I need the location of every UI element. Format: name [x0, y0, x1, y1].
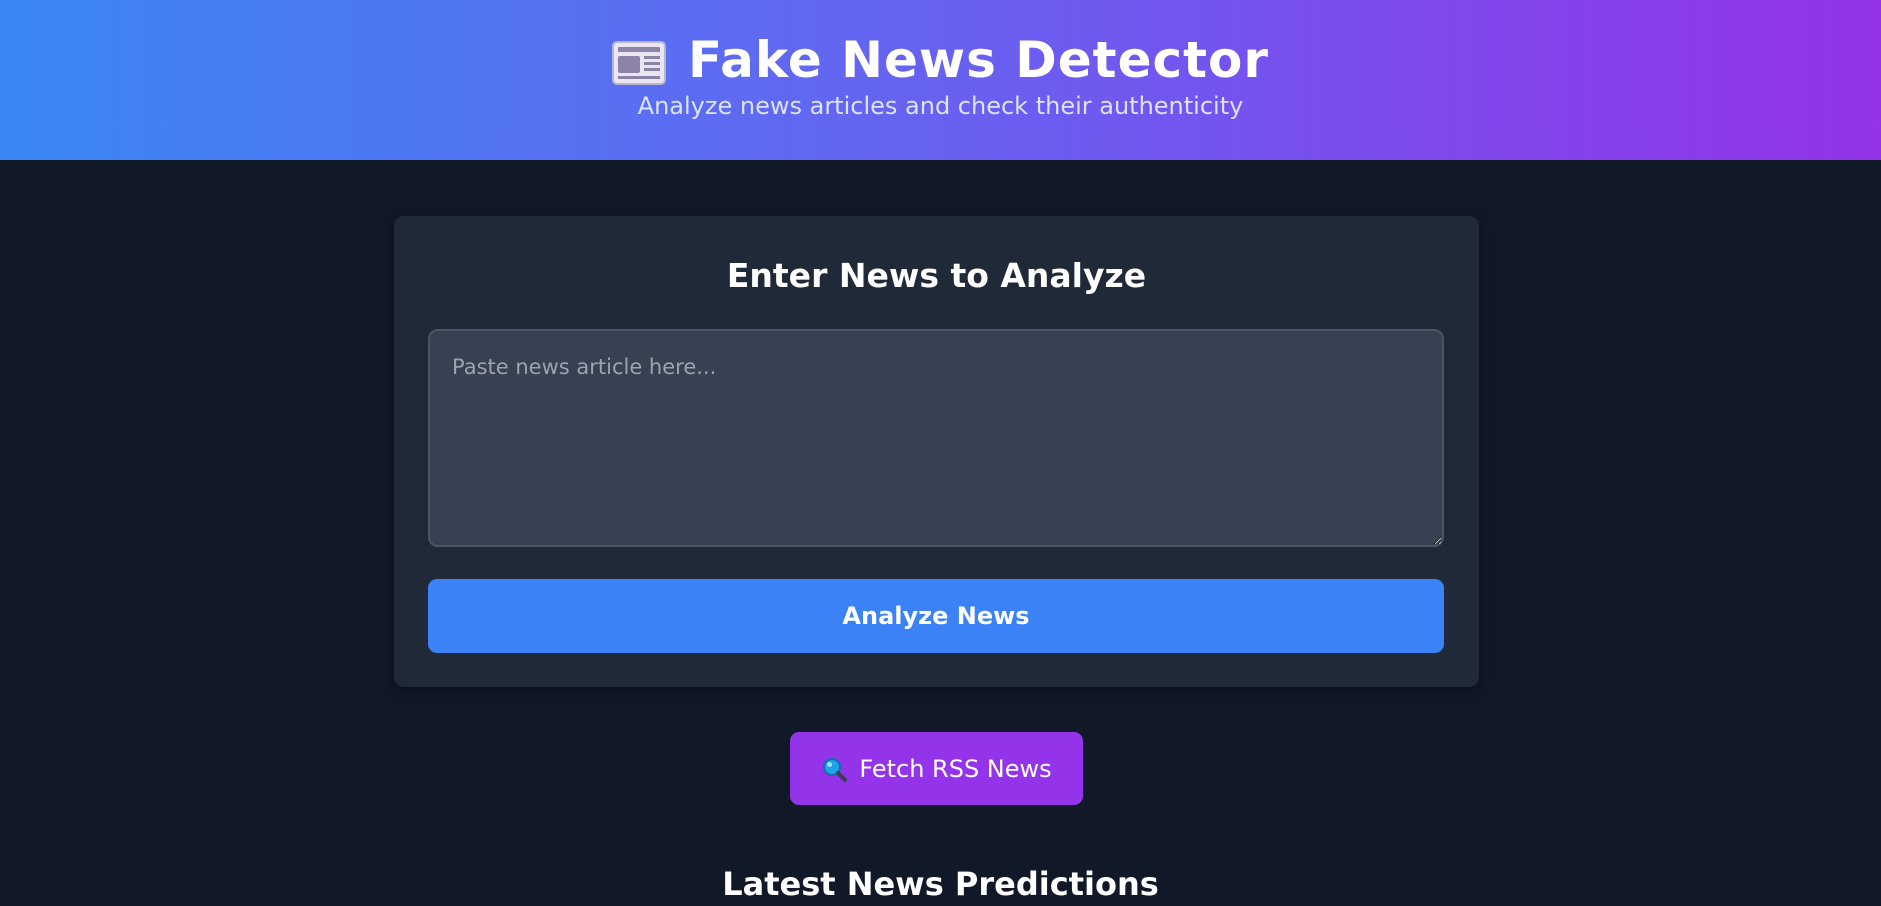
header-title-row: Fake News Detector	[0, 28, 1881, 92]
analyze-news-button[interactable]: Analyze News	[428, 579, 1444, 653]
fetch-rss-news-button[interactable]: Fetch RSS News	[790, 732, 1083, 805]
news-article-input[interactable]	[428, 329, 1444, 547]
card-title: Enter News to Analyze	[726, 256, 1147, 295]
header-banner: Fake News Detector Analyze news articles…	[0, 0, 1881, 160]
magnifier-icon	[823, 757, 848, 782]
fetch-rss-news-label: Fetch RSS News	[859, 754, 1052, 783]
latest-predictions-title: Latest News Predictions	[722, 865, 1159, 903]
app-title: Fake News Detector	[687, 31, 1270, 89]
newspaper-icon	[611, 41, 666, 85]
analyze-card: Enter News to Analyze Analyze News	[394, 216, 1479, 687]
app-subtitle: Analyze news articles and check their au…	[637, 92, 1244, 120]
